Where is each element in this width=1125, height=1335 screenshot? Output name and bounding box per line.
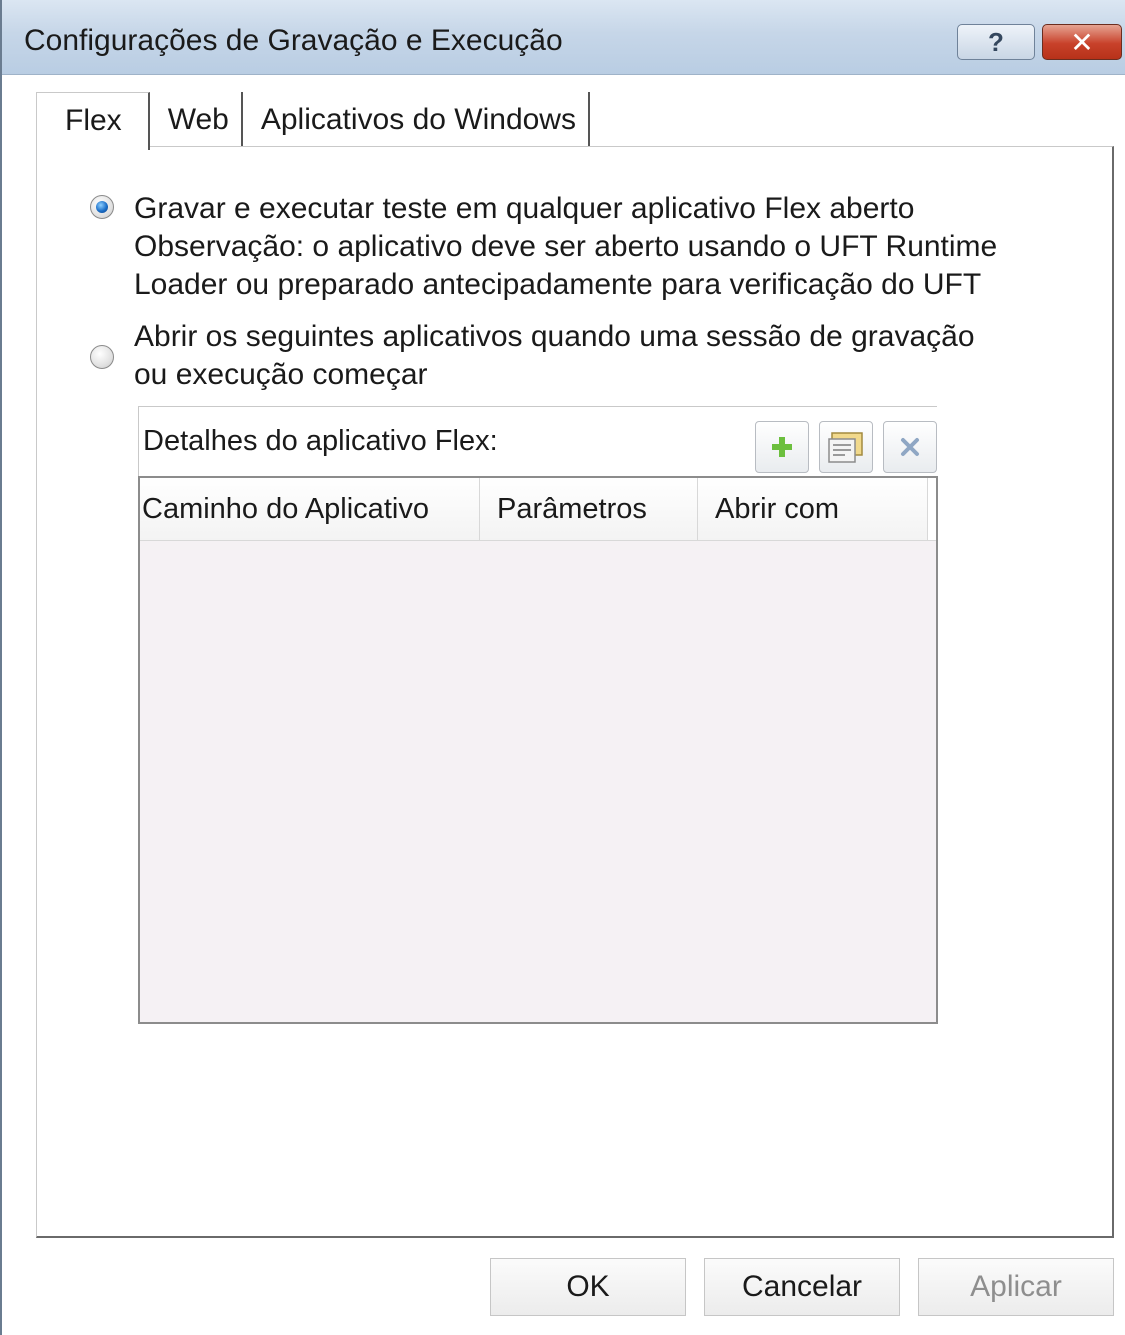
tab-flex[interactable]: Flex (36, 92, 150, 150)
tab-windows-apps-label: Aplicativos do Windows (260, 103, 576, 136)
dialog-window: Configurações de Gravação e Execução ? ✕… (0, 0, 1125, 1335)
title-bar[interactable]: Configurações de Gravação e Execução ? ✕ (2, 0, 1125, 75)
tab-web[interactable]: Web (155, 92, 243, 148)
apps-table-header: Caminho do Aplicativo Parâmetros Abrir c… (140, 478, 936, 541)
tab-flex-label: Flex (65, 104, 122, 137)
close-icon: ✕ (1070, 26, 1094, 58)
tab-windows-apps[interactable]: Aplicativos do Windows (248, 92, 590, 148)
delete-app-button[interactable] (883, 421, 937, 473)
record-any-note-line: Loader ou preparado antecipadamente para… (134, 268, 982, 301)
close-button[interactable]: ✕ (1042, 24, 1122, 60)
record-any-line: Gravar e executar teste em qualquer apli… (134, 192, 915, 225)
cancel-button[interactable]: Cancelar (704, 1258, 900, 1316)
flex-app-details-group: Detalhes do aplicativo Flex: Caminho do … (138, 406, 938, 1024)
details-title: Detalhes do aplicativo Flex: (143, 425, 498, 457)
apply-button[interactable]: Aplicar (918, 1258, 1114, 1316)
add-icon (772, 437, 792, 457)
open-apps-label[interactable]: Abrir os seguintes aplicativos quando um… (134, 318, 975, 394)
open-apps-line: Abrir os seguintes aplicativos quando um… (134, 320, 975, 353)
window-title: Configurações de Gravação e Execução (24, 24, 563, 57)
open-apps-line: ou execução começar (134, 358, 428, 391)
tab-web-label: Web (167, 103, 229, 136)
tab-strip: Flex Web Aplicativos do Windows (36, 92, 590, 150)
add-app-button[interactable] (755, 421, 809, 473)
help-button[interactable]: ? (957, 24, 1035, 60)
details-header: Detalhes do aplicativo Flex: (138, 406, 937, 477)
edit-app-button[interactable] (819, 421, 873, 473)
open-apps-radio[interactable] (90, 345, 114, 369)
record-any-note-line: Observação: o aplicativo deve ser aberto… (134, 230, 998, 263)
record-any-radio[interactable] (90, 195, 114, 219)
column-header-parameters[interactable]: Parâmetros (480, 478, 698, 540)
edit-properties-icon (828, 432, 863, 463)
column-header-open-with[interactable]: Abrir com (698, 478, 928, 540)
help-icon: ? (988, 26, 1004, 57)
delete-icon (901, 438, 919, 456)
record-any-label[interactable]: Gravar e executar teste em qualquer apli… (134, 190, 997, 304)
column-header-app-path[interactable]: Caminho do Aplicativo (140, 478, 480, 540)
ok-button[interactable]: OK (490, 1258, 686, 1316)
apps-table[interactable]: Caminho do Aplicativo Parâmetros Abrir c… (138, 476, 938, 1024)
